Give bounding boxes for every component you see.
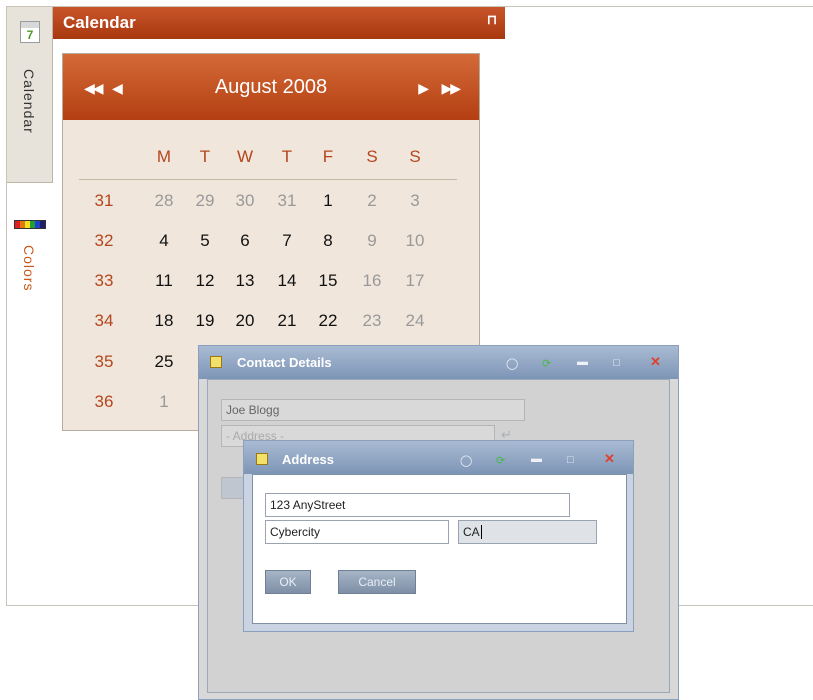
next-year-icon[interactable]: ▶▶ (441, 80, 460, 97)
day-header: F (322, 147, 334, 166)
ok-button[interactable]: OK (265, 570, 311, 594)
minimize-icon[interactable]: ▬ (531, 453, 542, 465)
day-header: W (236, 147, 254, 166)
state-value: CA (463, 525, 480, 539)
back-icon[interactable]: ◯ (506, 358, 518, 370)
calendar-day[interactable]: 2 (352, 191, 392, 211)
address-dialog-titlebar[interactable]: Address ◯ ⟳ ▬ □ ✕ (244, 441, 633, 474)
day-header: S (409, 147, 421, 166)
calendar-day[interactable]: 25 (144, 352, 184, 372)
calendar-day[interactable]: 5 (185, 231, 225, 251)
day-header: S (366, 147, 378, 166)
calendar-day[interactable]: 17 (395, 271, 435, 291)
day-header: M (156, 147, 172, 166)
week-number: 31 (94, 191, 114, 210)
maximize-icon[interactable]: □ (567, 454, 574, 466)
calendar-icon-number: 7 (26, 28, 34, 42)
calendar-day[interactable]: 31 (267, 191, 307, 211)
window-icon (210, 356, 222, 368)
contact-dialog-title: Contact Details (237, 355, 332, 370)
calendar-day[interactable]: 29 (185, 191, 225, 211)
side-tab-strip: 7 Calendar Colors (7, 7, 53, 604)
calendar-day[interactable]: 4 (144, 231, 184, 251)
pin-icon[interactable]: ⊓ (487, 12, 497, 28)
calendar-panel-header: Calendar ⊓ (53, 7, 505, 39)
calendar-day[interactable]: 21 (267, 311, 307, 331)
calendar-day[interactable]: 22 (308, 311, 348, 331)
week-number: 36 (94, 392, 114, 411)
week-number: 34 (94, 311, 114, 330)
calendar-day[interactable]: 13 (225, 271, 265, 291)
month-navigation-bar: ◀◀ ◀ August 2008 ▶ ▶▶ (63, 54, 479, 120)
calendar-day[interactable]: 30 (225, 191, 265, 211)
cancel-button[interactable]: Cancel (338, 570, 416, 594)
calendar-day[interactable]: 14 (267, 271, 307, 291)
calendar-day[interactable]: 1 (308, 191, 348, 211)
close-icon[interactable]: ✕ (650, 355, 661, 368)
contact-dialog-titlebar[interactable]: Contact Details ◯ ⟳ ▬ □ ✕ (199, 346, 678, 379)
color-swatch (40, 221, 45, 228)
state-field[interactable]: CA (458, 520, 597, 544)
tab-colors-label: Colors (21, 245, 37, 292)
next-month-icon[interactable]: ▶ (418, 80, 429, 97)
name-field[interactable]: Joe Blogg (221, 399, 525, 421)
calendar-day[interactable]: 15 (308, 271, 348, 291)
calendar-day[interactable]: 23 (352, 311, 392, 331)
calendar-day[interactable]: 3 (395, 191, 435, 211)
calendar-day[interactable]: 19 (185, 311, 225, 331)
calendar-panel-title: Calendar (63, 13, 136, 32)
calendar-day[interactable]: 10 (395, 231, 435, 251)
calendar-day[interactable]: 7 (267, 231, 307, 251)
close-icon[interactable]: ✕ (604, 452, 615, 465)
calendar-day[interactable]: 11 (144, 271, 184, 291)
calendar-day[interactable]: 1 (144, 392, 184, 412)
address-dialog-body: 123 AnyStreet Cybercity CA OK Cancel (252, 474, 627, 624)
street-field[interactable]: 123 AnyStreet (265, 493, 570, 517)
window-icon (256, 453, 268, 465)
back-icon[interactable]: ◯ (460, 455, 472, 467)
calendar-day[interactable]: 18 (144, 311, 184, 331)
calendar-day[interactable]: 8 (308, 231, 348, 251)
month-label: August 2008 (214, 76, 328, 98)
refresh-icon[interactable]: ⟳ (496, 455, 505, 467)
tab-calendar[interactable]: 7 Calendar (7, 7, 53, 183)
calendar-day[interactable]: 20 (225, 311, 265, 331)
calendar-day[interactable]: 16 (352, 271, 392, 291)
address-dialog-title: Address (282, 452, 335, 467)
week-number: 33 (94, 271, 114, 290)
day-header: T (281, 147, 293, 166)
text-cursor (480, 525, 482, 539)
tab-calendar-label: Calendar (21, 69, 37, 134)
day-header: T (199, 147, 211, 166)
calendar-day[interactable]: 24 (395, 311, 435, 331)
tab-colors[interactable]: Colors (7, 207, 53, 327)
calendar-day[interactable]: 12 (185, 271, 225, 291)
minimize-icon[interactable]: ▬ (577, 356, 588, 368)
refresh-icon[interactable]: ⟳ (542, 358, 551, 370)
calendar-day[interactable]: 6 (225, 231, 265, 251)
calendar-day[interactable]: 28 (144, 191, 184, 211)
week-number: 32 (94, 231, 114, 250)
city-field[interactable]: Cybercity (265, 520, 449, 544)
day-header-divider (79, 179, 457, 180)
calendar-day[interactable]: 9 (352, 231, 392, 251)
calendar-icon: 7 (20, 21, 40, 43)
color-palette-icon (14, 220, 46, 229)
address-dialog: Address ◯ ⟳ ▬ □ ✕ 123 AnyStreet Cybercit… (243, 440, 634, 632)
maximize-icon[interactable]: □ (613, 357, 620, 369)
week-number: 35 (94, 352, 114, 371)
